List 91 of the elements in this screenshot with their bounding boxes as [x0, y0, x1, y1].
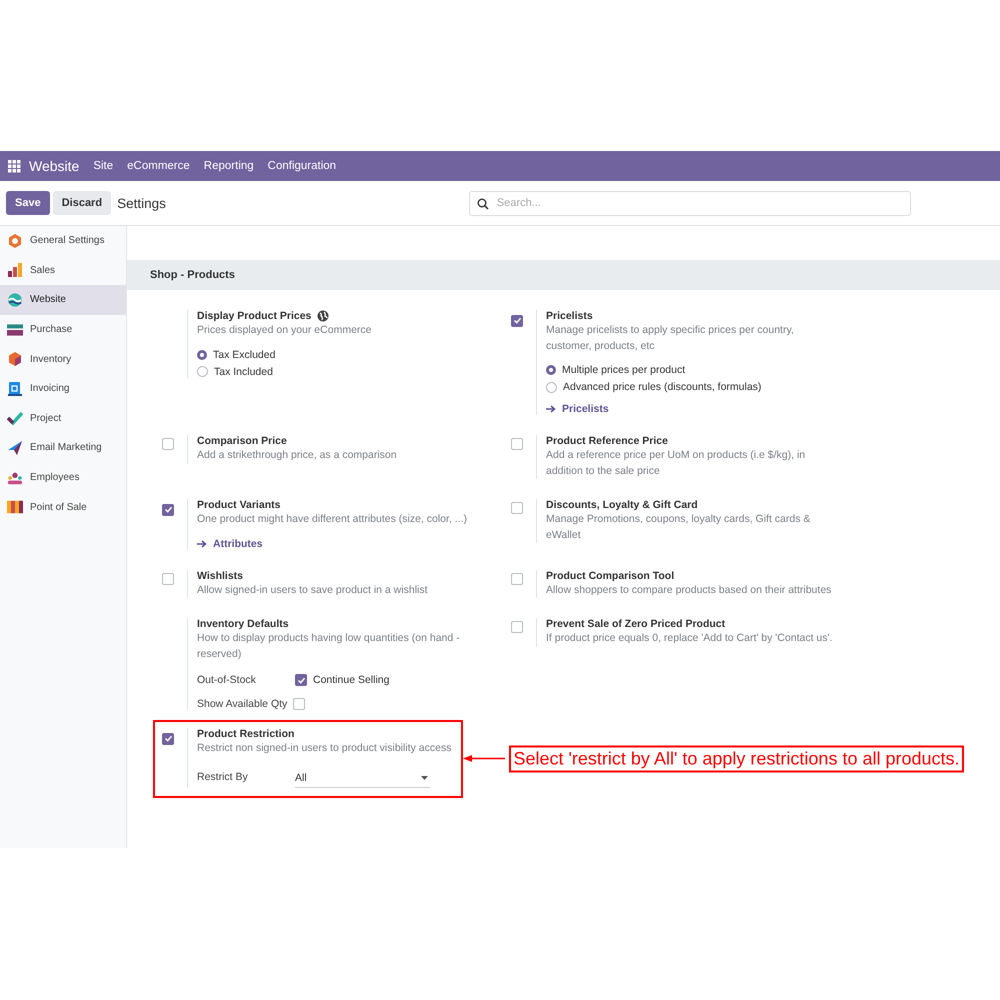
menu-item[interactable]: Configuration — [268, 160, 336, 172]
app-name[interactable]: Website — [29, 158, 80, 174]
sidebar-item[interactable]: Invoicing — [0, 374, 126, 404]
field-label: Restrict By — [197, 771, 249, 783]
checkbox[interactable] — [511, 572, 523, 584]
sidebar-item[interactable]: Point of Sale — [0, 492, 126, 522]
menu-item[interactable]: Site — [93, 160, 114, 172]
sidebar-item[interactable]: Website — [0, 285, 126, 315]
app-grid-icon[interactable] — [8, 160, 21, 172]
setting-description: Manage pricelists to apply specific prices per country, customer, products, etc — [546, 323, 795, 354]
setting-description: Allow shoppers to compare products based on their attributes — [546, 582, 832, 598]
radio-label: Advanced price rules (discounts, formulas) — [563, 381, 762, 393]
checkbox[interactable] — [295, 674, 307, 686]
setting-title: Discounts, Loyalty & Gift Card — [546, 499, 698, 511]
setting-description: How to display products having low quantities (on hand - reserved) — [197, 631, 461, 662]
sidebar-item[interactable]: General Settings — [0, 226, 126, 256]
radio-option[interactable]: Multiple prices per product — [546, 364, 853, 376]
wave-icon — [7, 292, 23, 308]
setting-description: Add a strikethrough price, as a comparison — [197, 448, 398, 463]
setting-title: Prevent Sale of Zero Priced Product — [546, 618, 726, 630]
setting-link[interactable]: Pricelists — [546, 403, 853, 415]
hexagon-icon — [7, 232, 23, 249]
setting-title: Wishlists — [197, 570, 243, 582]
sidebar-item[interactable]: Email Marketing — [0, 433, 126, 463]
link-label[interactable]: Attributes — [213, 538, 263, 550]
checkbox[interactable] — [162, 572, 174, 584]
sidebar-item[interactable]: Sales — [0, 256, 126, 286]
page-title: Settings — [117, 196, 166, 210]
arrow-right-icon — [546, 405, 556, 413]
hexagon-icon — [7, 351, 23, 368]
setting-title: Product Variants — [197, 499, 280, 511]
link-label[interactable]: Pricelists — [562, 403, 609, 415]
arrow-left-icon — [463, 754, 506, 764]
setting-title: Pricelists — [546, 310, 593, 322]
checkbox[interactable] — [511, 314, 523, 326]
setting-title: Product Reference Price — [546, 435, 668, 447]
select-field[interactable]: All — [295, 766, 430, 788]
checkbox[interactable] — [162, 732, 174, 744]
checkbox[interactable] — [511, 438, 523, 450]
setting-description: Prices displayed on your eCommerce — [197, 323, 372, 338]
callout-text: Select 'restrict by All' to apply restrictions to all products. — [509, 745, 964, 772]
checkbox[interactable] — [293, 698, 306, 710]
setting-title: Product Comparison Tool — [546, 570, 674, 582]
radio-option[interactable]: Tax Excluded — [197, 348, 504, 360]
sidebar-item[interactable]: Purchase — [0, 314, 126, 344]
menu-item[interactable]: eCommerce — [127, 160, 190, 172]
menu-item[interactable]: Reporting — [204, 160, 254, 172]
sidebar-item[interactable]: Inventory — [0, 344, 126, 374]
discard-button[interactable]: Discard — [52, 191, 112, 215]
card-icon — [7, 322, 23, 337]
radio-button[interactable] — [546, 365, 556, 375]
bar-chart-icon — [7, 262, 23, 278]
setting-description: Allow signed-in users to save product in a wishlist — [197, 582, 429, 598]
radio-option[interactable]: Advanced price rules (discounts, formulas) — [546, 381, 853, 393]
awning-icon — [7, 500, 23, 514]
field-label: Out-of-Stock — [197, 674, 257, 686]
setting-description: One product might have different attributes (size, color, ...) — [197, 512, 468, 527]
radio-label: Tax Excluded — [213, 348, 276, 360]
radio-button[interactable] — [546, 382, 557, 392]
field-label: Show Available Qty — [197, 698, 288, 710]
document-icon — [7, 380, 23, 397]
checkbox[interactable] — [162, 504, 174, 516]
setting-description: Add a reference price per UoM on products (i.e $/kg), in addition to the sale price — [546, 448, 806, 478]
setting-description: Restrict non signed-in users to product visibility access — [197, 741, 452, 756]
checkbox[interactable] — [162, 438, 174, 450]
caret-icon — [421, 776, 428, 780]
setting-title: Comparison Price — [197, 435, 287, 447]
checkmark-icon — [7, 410, 23, 426]
save-button[interactable]: Save — [6, 191, 50, 215]
checkbox[interactable] — [511, 621, 523, 633]
checkbox-label: Continue Selling — [313, 674, 390, 686]
search-field[interactable]: Search... — [468, 190, 911, 216]
radio-label: Multiple prices per product — [562, 364, 686, 376]
setting-title: Display Product Prices — [197, 310, 312, 322]
checkbox[interactable] — [511, 502, 523, 514]
setting-description: If product price equals 0, replace 'Add to Cart' by 'Contact us'. — [546, 631, 834, 646]
setting-link[interactable]: Attributes — [197, 538, 504, 550]
radio-label: Tax Included — [214, 366, 273, 378]
radio-button[interactable] — [197, 366, 208, 377]
setting-description: Manage Promotions, coupons, loyalty cards, Gift cards & eWallet — [546, 512, 812, 542]
radio-option[interactable]: Tax Included — [197, 366, 504, 378]
section-title: Shop - Products — [150, 269, 235, 281]
arrow-right-icon — [197, 540, 207, 548]
people-icon — [7, 470, 23, 486]
sidebar-item[interactable]: Project — [0, 404, 126, 434]
paper-plane-icon — [7, 440, 23, 456]
setting-title: Product Restriction — [197, 728, 294, 740]
search-icon — [476, 198, 489, 210]
sidebar-item[interactable]: Employees — [0, 462, 126, 492]
setting-title: Inventory Defaults — [197, 618, 289, 630]
radio-button[interactable] — [197, 350, 207, 360]
